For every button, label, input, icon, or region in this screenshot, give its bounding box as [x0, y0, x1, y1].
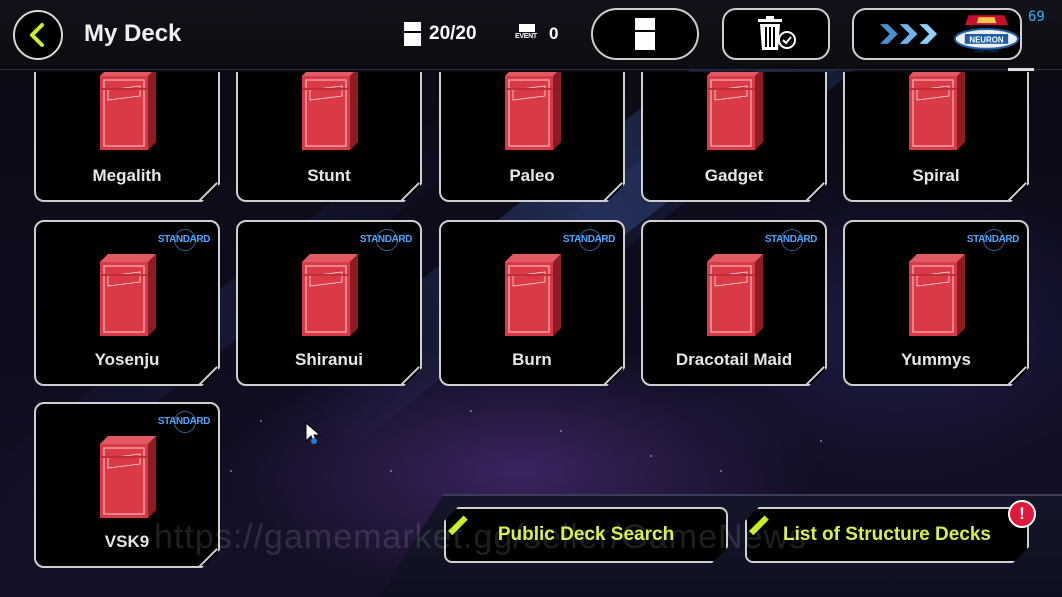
deck-card[interactable]: Megalith	[34, 72, 220, 202]
new-deck-button[interactable]	[591, 8, 699, 60]
deck-name: Gadget	[704, 166, 764, 185]
deck-name: Paleo	[509, 166, 555, 185]
deck-box-icon	[94, 434, 162, 520]
deck-count-value: 20/20	[429, 23, 477, 44]
deck-name: Burn	[512, 350, 552, 369]
deck-card[interactable]: Gadget	[641, 72, 827, 202]
standard-badge: STANDARD	[966, 234, 1019, 245]
top-bar: My Deck 20/20 EVENT 0 NEURON DUEL LINKS …	[0, 0, 1062, 71]
deck-name: Spiral	[912, 166, 960, 185]
standard-badge: STANDARD	[157, 234, 210, 245]
notification-badge: !	[1008, 500, 1036, 528]
deck-box-icon	[296, 252, 364, 338]
deck-box-icon	[903, 66, 971, 152]
deck-card[interactable]: STANDARD Burn	[439, 220, 625, 386]
deck-box-icon	[903, 252, 971, 338]
deck-card[interactable]: Paleo	[439, 72, 625, 202]
deck-card[interactable]: Stunt	[236, 72, 422, 202]
deck-box-icon	[296, 66, 364, 152]
event-count: EVENT 0	[515, 22, 558, 46]
deck-card[interactable]: Spiral	[843, 72, 1029, 202]
deck-name: Shiranui	[294, 350, 363, 369]
event-count-value: 0	[549, 24, 559, 43]
trash-check-icon	[758, 16, 796, 50]
svg-text:DUEL LINKS: DUEL LINKS	[975, 49, 998, 54]
deck-name: Megalith	[92, 166, 162, 185]
deck-name: Stunt	[307, 166, 351, 185]
standard-badge: STANDARD	[157, 416, 210, 427]
scroll-indicator	[1008, 68, 1034, 71]
deck-name: Yosenju	[94, 350, 160, 369]
watermark: https://gamemarket.gg/seller/GameNews	[154, 518, 808, 556]
deck-card[interactable]: STANDARD Shiranui	[236, 220, 422, 386]
structure-decks-label: List of Structure Decks	[783, 524, 991, 545]
deck-card[interactable]: STANDARD Dracotail Maid	[641, 220, 827, 386]
standard-badge: STANDARD	[764, 234, 817, 245]
standard-badge: STANDARD	[359, 234, 412, 245]
deck-icon	[404, 22, 421, 46]
deck-add-icon	[635, 18, 655, 50]
deck-box-icon	[94, 252, 162, 338]
page-title: My Deck	[84, 20, 182, 47]
deck-card[interactable]: STANDARD Yosenju	[34, 220, 220, 386]
deck-box-icon	[701, 252, 769, 338]
back-button[interactable]	[13, 10, 63, 60]
chevron-left-icon	[30, 23, 44, 47]
deck-count: 20/20	[404, 22, 477, 46]
svg-text:NEURON: NEURON	[969, 35, 1003, 44]
delete-deck-button[interactable]	[722, 8, 830, 60]
event-deck-icon: EVENT	[515, 22, 539, 46]
deck-name: Dracotail Maid	[675, 350, 793, 369]
deck-box-icon	[499, 252, 567, 338]
deck-box-icon	[701, 66, 769, 152]
neuron-logo-icon: NEURON DUEL LINKS	[954, 15, 1020, 54]
deck-card[interactable]: STANDARD Yummys	[843, 220, 1029, 386]
mouse-cursor-icon	[305, 422, 322, 444]
fps-counter: 69	[1028, 9, 1045, 25]
deck-box-icon	[499, 66, 567, 152]
triple-chevron-icon	[879, 24, 938, 44]
neuron-button[interactable]: NEURON DUEL LINKS	[852, 8, 1022, 60]
deck-name: Yummys	[901, 350, 971, 369]
deck-box-icon	[94, 66, 162, 152]
standard-badge: STANDARD	[562, 234, 615, 245]
